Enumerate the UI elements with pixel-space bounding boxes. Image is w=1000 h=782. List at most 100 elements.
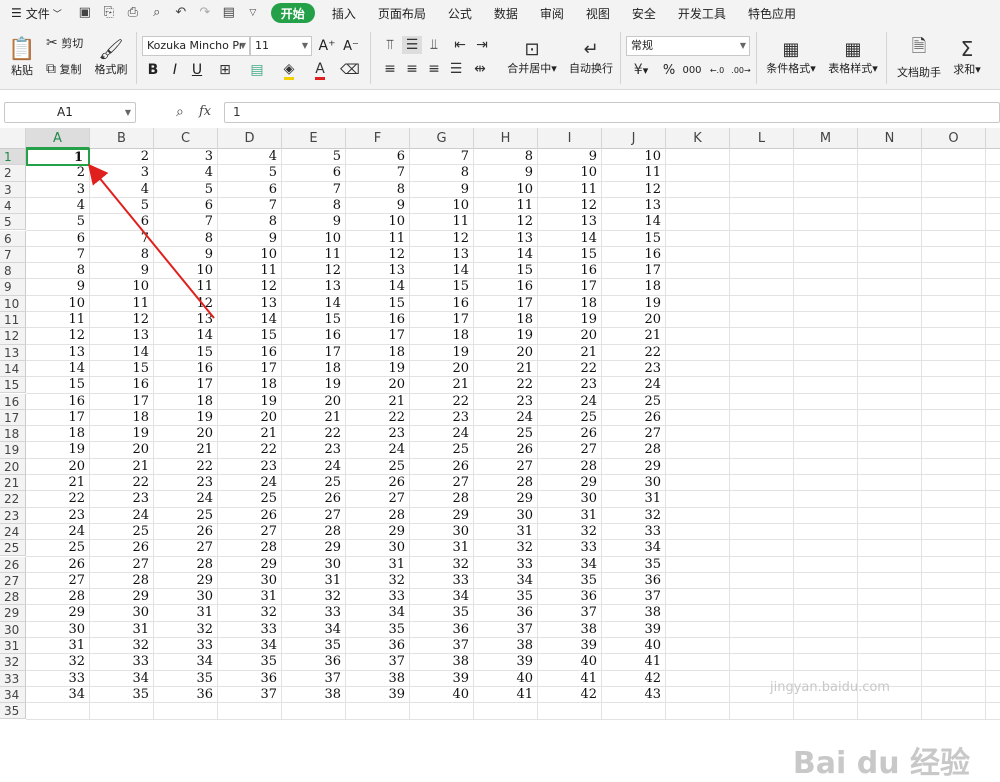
column-header-K[interactable]: K — [666, 128, 730, 149]
cell-I21[interactable]: 29 — [538, 475, 602, 491]
cell-C5[interactable]: 7 — [154, 214, 218, 230]
cell-D6[interactable]: 9 — [218, 231, 282, 247]
cell-J17[interactable]: 26 — [602, 410, 666, 426]
cell-E24[interactable]: 28 — [282, 524, 346, 540]
cell-I5[interactable]: 13 — [538, 214, 602, 230]
cell-I10[interactable]: 18 — [538, 296, 602, 312]
cell-A8[interactable]: 8 — [26, 263, 90, 279]
cell-E12[interactable]: 16 — [282, 328, 346, 344]
cell-B27[interactable]: 28 — [90, 573, 154, 589]
row-header-34[interactable]: 34 — [0, 686, 26, 704]
tab-7[interactable]: 安全 — [621, 0, 667, 26]
cell-J13[interactable]: 22 — [602, 345, 666, 361]
cell-D32[interactable]: 35 — [218, 654, 282, 670]
cell-G10[interactable]: 16 — [410, 296, 474, 312]
row-header-3[interactable]: 3 — [0, 181, 26, 198]
cell-B18[interactable]: 19 — [90, 426, 154, 442]
cell-B21[interactable]: 22 — [90, 475, 154, 491]
cell-H25[interactable]: 32 — [474, 540, 538, 556]
cell-I19[interactable]: 27 — [538, 442, 602, 458]
row-header-12[interactable]: 12 — [0, 328, 26, 345]
cell-F30[interactable]: 35 — [346, 622, 410, 638]
cell-C10[interactable]: 12 — [154, 296, 218, 312]
cell-I30[interactable]: 38 — [538, 622, 602, 638]
cell-F27[interactable]: 32 — [346, 573, 410, 589]
cell-H7[interactable]: 14 — [474, 247, 538, 263]
decrease-decimal-button[interactable]: .00→ — [730, 60, 752, 80]
cell-F4[interactable]: 9 — [346, 198, 410, 214]
row-header-23[interactable]: 23 — [0, 507, 26, 524]
cell-I8[interactable]: 16 — [538, 263, 602, 279]
cell-G30[interactable]: 36 — [410, 622, 474, 638]
cell-D7[interactable]: 10 — [218, 247, 282, 263]
cell-J31[interactable]: 40 — [602, 638, 666, 654]
row-header-29[interactable]: 29 — [0, 605, 26, 622]
cell-F5[interactable]: 10 — [346, 214, 410, 230]
cell-J30[interactable]: 39 — [602, 622, 666, 638]
print-icon[interactable]: ⎙ — [123, 3, 143, 23]
cell-J9[interactable]: 18 — [602, 279, 666, 295]
cell-D33[interactable]: 36 — [218, 671, 282, 687]
row-header-18[interactable]: 18 — [0, 426, 26, 443]
cell-E4[interactable]: 8 — [282, 198, 346, 214]
cell-A25[interactable]: 25 — [26, 540, 90, 556]
column-header-M[interactable]: M — [794, 128, 858, 149]
column-header-B[interactable]: B — [90, 128, 154, 149]
tab-0[interactable]: 开始 — [270, 3, 315, 23]
cell-D24[interactable]: 27 — [218, 524, 282, 540]
cell-I28[interactable]: 36 — [538, 589, 602, 605]
currency-button[interactable]: ¥ ▾ — [626, 60, 656, 80]
cell-A3[interactable]: 3 — [26, 182, 90, 198]
cell-H24[interactable]: 31 — [474, 524, 538, 540]
cell-H15[interactable]: 22 — [474, 377, 538, 393]
cell-H2[interactable]: 9 — [474, 165, 538, 181]
cell-B3[interactable]: 4 — [90, 182, 154, 198]
shrink-font-button[interactable]: A⁻ — [340, 36, 362, 56]
cell-J15[interactable]: 24 — [602, 377, 666, 393]
preview-icon[interactable]: ⌕ — [147, 3, 167, 23]
cell-H1[interactable]: 8 — [474, 149, 538, 165]
row-header-19[interactable]: 19 — [0, 442, 26, 459]
row-header-4[interactable]: 4 — [0, 197, 26, 215]
row-header-27[interactable]: 27 — [0, 572, 26, 590]
underline-button[interactable]: U — [188, 60, 206, 80]
cell-B34[interactable]: 35 — [90, 687, 154, 703]
cell-D2[interactable]: 5 — [218, 165, 282, 181]
cell-G12[interactable]: 18 — [410, 328, 474, 344]
cell-E14[interactable]: 18 — [282, 361, 346, 377]
cell-A14[interactable]: 14 — [26, 361, 90, 377]
cell-G11[interactable]: 17 — [410, 312, 474, 328]
cell-F6[interactable]: 11 — [346, 231, 410, 247]
cell-B11[interactable]: 12 — [90, 312, 154, 328]
cell-F13[interactable]: 18 — [346, 345, 410, 361]
cell-I33[interactable]: 41 — [538, 671, 602, 687]
cell-C8[interactable]: 10 — [154, 263, 218, 279]
cell-B24[interactable]: 25 — [90, 524, 154, 540]
cell-A5[interactable]: 5 — [26, 214, 90, 230]
cell-H27[interactable]: 34 — [474, 573, 538, 589]
cell-J6[interactable]: 15 — [602, 231, 666, 247]
cell-G31[interactable]: 37 — [410, 638, 474, 654]
cell-I25[interactable]: 33 — [538, 540, 602, 556]
cell-A6[interactable]: 6 — [26, 231, 90, 247]
cell-D12[interactable]: 15 — [218, 328, 282, 344]
cell-C12[interactable]: 14 — [154, 328, 218, 344]
cell-H18[interactable]: 25 — [474, 426, 538, 442]
cell-H5[interactable]: 12 — [474, 214, 538, 230]
cell-G13[interactable]: 19 — [410, 345, 474, 361]
save-icon[interactable]: ▣ — [75, 3, 95, 23]
cell-D16[interactable]: 19 — [218, 394, 282, 410]
cell-G33[interactable]: 39 — [410, 671, 474, 687]
paste-button[interactable]: 📋 粘贴 — [4, 30, 40, 84]
distribute-button[interactable]: ⇹ — [468, 60, 492, 78]
cell-J3[interactable]: 12 — [602, 182, 666, 198]
column-header-G[interactable]: G — [410, 128, 474, 149]
cell-F2[interactable]: 7 — [346, 165, 410, 181]
cell-F16[interactable]: 21 — [346, 394, 410, 410]
cell-A9[interactable]: 9 — [26, 279, 90, 295]
cell-F32[interactable]: 37 — [346, 654, 410, 670]
cell-F25[interactable]: 30 — [346, 540, 410, 556]
cell-H8[interactable]: 15 — [474, 263, 538, 279]
cell-A26[interactable]: 26 — [26, 557, 90, 573]
row-header-8[interactable]: 8 — [0, 263, 26, 280]
